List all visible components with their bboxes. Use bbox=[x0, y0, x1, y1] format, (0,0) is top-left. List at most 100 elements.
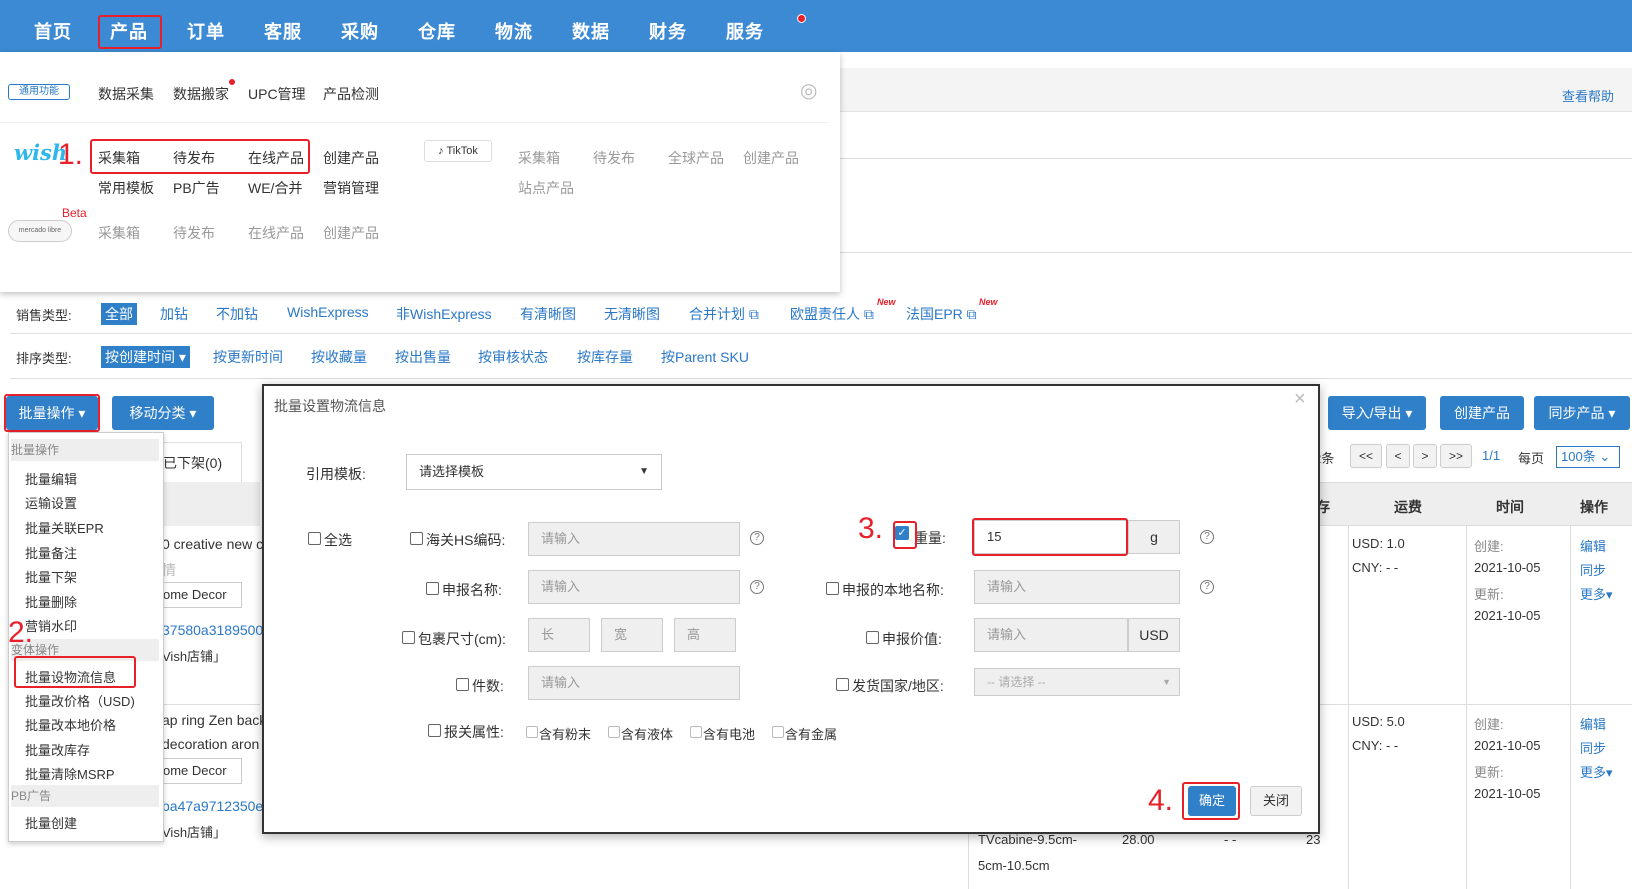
row2-sku-fragment[interactable]: ba47a9712350e bbox=[162, 798, 263, 814]
menu-data-collect[interactable]: 数据采集 bbox=[98, 84, 154, 104]
filter-all[interactable]: 全部 bbox=[101, 303, 137, 325]
hide-eye-icon[interactable]: ◎ bbox=[800, 78, 817, 103]
bulk-delist[interactable]: 批量下架 bbox=[25, 567, 77, 586]
help-icon[interactable]: ? bbox=[750, 580, 764, 594]
tiktok-create[interactable]: 创建产品 bbox=[743, 148, 799, 168]
menu-upc[interactable]: UPC管理 bbox=[248, 84, 306, 104]
row1-sync[interactable]: 同步 bbox=[1580, 560, 1606, 579]
decl-value-checkbox[interactable] bbox=[866, 631, 879, 644]
bulk-change-local-price[interactable]: 批量改本地价格 bbox=[25, 715, 116, 734]
nav-orders[interactable]: 订单 bbox=[187, 18, 225, 44]
row1-more[interactable]: 更多▾ bbox=[1580, 584, 1613, 603]
nav-finance[interactable]: 财务 bbox=[649, 18, 687, 44]
create-product-button[interactable]: 创建产品 bbox=[1440, 396, 1524, 430]
sort-updated[interactable]: 按更新时间 bbox=[213, 347, 283, 367]
tab-delisted[interactable]: 已下架(0) bbox=[160, 442, 242, 482]
sort-sales[interactable]: 按出售量 bbox=[395, 347, 451, 367]
menu-data-move[interactable]: 数据搬家 bbox=[173, 84, 229, 104]
nav-purchase[interactable]: 采购 bbox=[341, 18, 379, 44]
nav-home[interactable]: 首页 bbox=[34, 18, 72, 44]
filter-clear-image[interactable]: 有清晰图 bbox=[520, 304, 576, 324]
filter-merge-plan[interactable]: 合并计划 ⧉ bbox=[689, 304, 759, 324]
pieces-checkbox[interactable] bbox=[456, 678, 469, 691]
pieces-input[interactable]: 请输入 bbox=[528, 666, 740, 700]
pkg-length-input[interactable]: 长 bbox=[528, 618, 590, 652]
mercado-collect-box[interactable]: 采集箱 bbox=[98, 223, 140, 243]
bulk-change-price-usd[interactable]: 批量改价格（USD) bbox=[25, 691, 135, 710]
mercado-online[interactable]: 在线产品 bbox=[248, 223, 304, 243]
bulk-edit[interactable]: 批量编辑 bbox=[25, 469, 77, 488]
page-next[interactable]: > bbox=[1413, 444, 1437, 468]
powder-checkbox[interactable] bbox=[526, 726, 538, 738]
bulk-clear-msrp[interactable]: 批量清除MSRP bbox=[25, 764, 115, 783]
hs-code-input[interactable]: 请输入 bbox=[528, 522, 740, 556]
bulk-create-pb[interactable]: 批量创建 bbox=[25, 813, 77, 832]
row2-edit[interactable]: 编辑 bbox=[1580, 714, 1606, 733]
mercado-create[interactable]: 创建产品 bbox=[323, 223, 379, 243]
wish-we-merge[interactable]: WE/合并 bbox=[248, 178, 302, 198]
pkg-size-checkbox[interactable] bbox=[402, 631, 415, 644]
help-link[interactable]: 查看帮助 bbox=[1562, 86, 1614, 105]
filter-diamond[interactable]: 加钻 bbox=[160, 304, 188, 324]
customs-checkbox[interactable] bbox=[428, 724, 441, 737]
mercado-pending[interactable]: 待发布 bbox=[173, 223, 215, 243]
menu-product-check[interactable]: 产品检测 bbox=[323, 84, 379, 104]
row2-sync[interactable]: 同步 bbox=[1580, 738, 1606, 757]
page-last[interactable]: >> bbox=[1440, 444, 1472, 468]
tiktok-collect-box[interactable]: 采集箱 bbox=[518, 148, 560, 168]
decl-name-input[interactable]: 请输入 bbox=[528, 570, 740, 604]
ship-country-checkbox[interactable] bbox=[836, 678, 849, 691]
wish-marketing[interactable]: 营销管理 bbox=[323, 178, 379, 198]
bulk-delete[interactable]: 批量删除 bbox=[25, 592, 77, 611]
nav-warehouse[interactable]: 仓库 bbox=[418, 18, 456, 44]
liquid-checkbox[interactable] bbox=[608, 726, 620, 738]
nav-data[interactable]: 数据 bbox=[572, 18, 610, 44]
template-select[interactable]: 请选择模板 ▼ bbox=[406, 454, 662, 490]
sync-product-button[interactable]: 同步产品 ▾ bbox=[1534, 396, 1630, 430]
pkg-width-input[interactable]: 宽 bbox=[601, 618, 663, 652]
wish-pb-ads[interactable]: PB广告 bbox=[173, 178, 220, 198]
metal-checkbox[interactable] bbox=[772, 726, 784, 738]
decl-value-input[interactable]: 请输入 bbox=[974, 618, 1128, 652]
tiktok-pending[interactable]: 待发布 bbox=[593, 148, 635, 168]
nav-services[interactable]: 服务 bbox=[726, 18, 764, 44]
sort-stock[interactable]: 按库存量 bbox=[577, 347, 633, 367]
local-name-checkbox[interactable] bbox=[826, 582, 839, 595]
nav-service[interactable]: 客服 bbox=[264, 18, 302, 44]
modal-close-icon[interactable]: × bbox=[1294, 388, 1306, 411]
shipping-settings[interactable]: 运输设置 bbox=[25, 493, 77, 512]
local-name-input[interactable]: 请输入 bbox=[974, 570, 1180, 604]
nav-logistics[interactable]: 物流 bbox=[495, 18, 533, 44]
bulk-change-stock[interactable]: 批量改库存 bbox=[25, 740, 90, 759]
page-first[interactable]: << bbox=[1350, 444, 1382, 468]
help-icon[interactable]: ? bbox=[1200, 530, 1214, 544]
import-export-button[interactable]: 导入/导出 ▾ bbox=[1328, 396, 1426, 430]
close-button[interactable]: 关闭 bbox=[1250, 786, 1302, 816]
tiktok-global[interactable]: 全球产品 bbox=[668, 148, 724, 168]
sort-created[interactable]: 按创建时间 ▾ bbox=[101, 346, 190, 368]
ship-country-select[interactable]: -- 请选择 -- ▼ bbox=[974, 668, 1180, 696]
move-category-button[interactable]: 移动分类 ▾ bbox=[112, 396, 214, 430]
filter-non-wishexpress[interactable]: 非WishExpress bbox=[396, 304, 492, 324]
row1-edit[interactable]: 编辑 bbox=[1580, 536, 1606, 555]
filter-no-diamond[interactable]: 不加钻 bbox=[216, 304, 258, 324]
bulk-link-epr[interactable]: 批量关联EPR bbox=[25, 518, 104, 537]
row2-more[interactable]: 更多▾ bbox=[1580, 762, 1613, 781]
sort-parent-sku[interactable]: 按Parent SKU bbox=[661, 347, 749, 367]
hs-code-checkbox[interactable] bbox=[410, 532, 423, 545]
wish-create[interactable]: 创建产品 bbox=[323, 148, 379, 168]
help-icon[interactable]: ? bbox=[750, 531, 764, 545]
pkg-height-input[interactable]: 高 bbox=[674, 618, 736, 652]
battery-checkbox[interactable] bbox=[690, 726, 702, 738]
select-all-checkbox[interactable] bbox=[308, 532, 321, 545]
filter-fr-epr[interactable]: 法国EPR ⧉ bbox=[906, 304, 977, 324]
sort-favorites[interactable]: 按收藏量 bbox=[311, 347, 367, 367]
wish-templates[interactable]: 常用模板 bbox=[98, 178, 154, 198]
per-page-select[interactable]: 100条 ⌄ bbox=[1556, 446, 1620, 468]
bulk-note[interactable]: 批量备注 bbox=[25, 543, 77, 562]
decl-name-checkbox[interactable] bbox=[426, 582, 439, 595]
filter-wishexpress[interactable]: WishExpress bbox=[287, 304, 369, 320]
page-prev[interactable]: < bbox=[1386, 444, 1410, 468]
help-icon[interactable]: ? bbox=[1200, 580, 1214, 594]
tiktok-site-products[interactable]: 站点产品 bbox=[518, 178, 574, 198]
